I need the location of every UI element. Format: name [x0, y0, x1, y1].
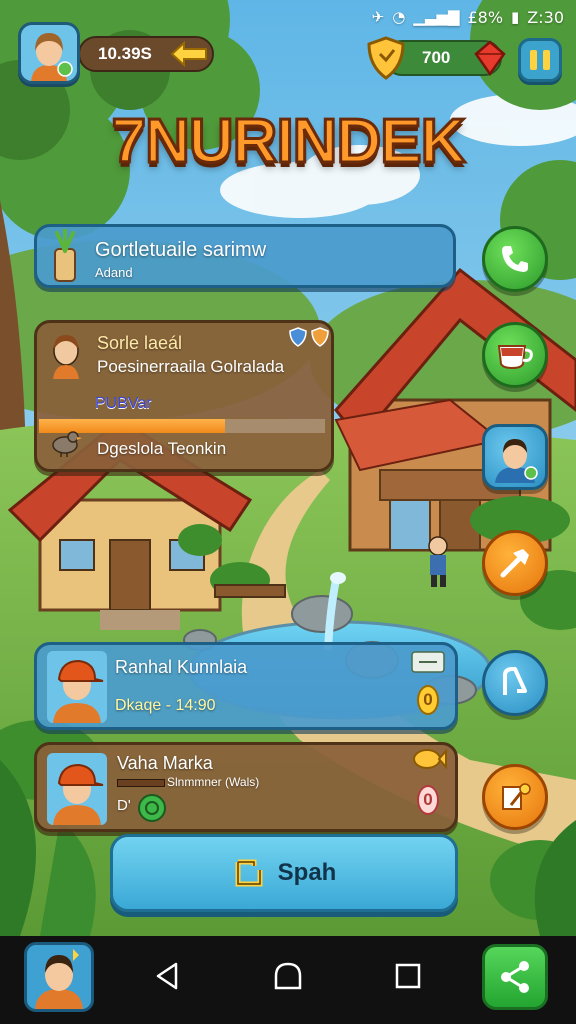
player-1-name: Ranhal Kunnlaia — [115, 657, 248, 677]
share-icon — [501, 961, 529, 993]
character-description: Poesinerraaila Golralada — [97, 357, 285, 376]
battery-icon: ▮ — [511, 8, 520, 26]
character-tag: PUBVar — [95, 395, 152, 412]
ruby-icon — [474, 40, 506, 76]
bracket-icon — [235, 859, 263, 887]
phone-button[interactable] — [482, 226, 548, 292]
tea-cup-icon — [497, 345, 533, 370]
game-title: 7NURINDEK — [110, 106, 467, 178]
horseshoe-icon — [503, 667, 527, 695]
player-2-prefix: D' — [117, 797, 131, 814]
signal-icon: ▁▃▅▇ — [413, 8, 460, 26]
character-footer: Dgeslola Teonkin — [97, 439, 227, 458]
battery-percentage: £8% — [467, 7, 504, 27]
quest-title: Gortletuaile sarimw — [95, 239, 267, 261]
bird-icon — [52, 431, 82, 457]
worker-avatar-icon — [47, 753, 107, 825]
quest-card[interactable]: Gortletuaile sarimw Adand — [34, 224, 456, 288]
back-icon[interactable] — [152, 960, 184, 992]
hammer-icon — [500, 549, 529, 578]
spah-button-label: Spah — [277, 859, 337, 886]
blue-shield-icon — [289, 327, 307, 347]
share-button[interactable] — [482, 944, 548, 1010]
player-2-name: Vaha Marka — [117, 753, 213, 773]
player-portrait-icon — [21, 25, 77, 81]
quest-subtitle: Adand — [95, 265, 133, 280]
player-2-count: 0 — [417, 785, 439, 815]
coin-amount: 10.39S — [98, 44, 152, 63]
pause-icon-bar — [530, 50, 537, 70]
player-2-detail: Slnmmner (Wals) — [167, 775, 260, 789]
coin-arrow-icon — [170, 40, 207, 68]
character-name: Sorle laeál — [97, 333, 183, 353]
tea-button[interactable] — [482, 322, 548, 388]
villager-portrait-button[interactable] — [482, 424, 548, 490]
shield-icon — [367, 36, 405, 80]
quill-button[interactable] — [482, 764, 548, 830]
worker-avatar-icon — [47, 651, 107, 723]
villager-portrait-icon — [495, 439, 538, 483]
hammer-button[interactable] — [482, 530, 548, 596]
home-icon[interactable] — [272, 960, 304, 992]
status-bar: ✈ ◔ ▁▃▅▇ £8% ▮ Z:30 — [372, 6, 564, 28]
player-1-count: 0 — [417, 685, 439, 715]
profile-portrait-icon — [35, 949, 83, 1009]
character-portrait-icon — [53, 335, 79, 379]
player-avatar[interactable] — [18, 22, 80, 84]
pause-button[interactable] — [518, 38, 562, 82]
quill-icon — [502, 783, 531, 810]
orange-shield-icon — [311, 327, 329, 347]
player-2-mini-bar — [117, 779, 165, 787]
wifi-icon: ◔ — [392, 8, 406, 26]
player-card-ranhal[interactable]: Ranhal Kunnlaia Dkaqe - 14:90 0 — [34, 642, 458, 730]
pause-icon-bar — [543, 50, 550, 70]
phone-icon — [502, 246, 528, 272]
player-1-detail: Dkaqe - 14:90 — [115, 697, 216, 714]
spah-button[interactable]: Spah — [110, 834, 458, 912]
green-token-icon — [138, 794, 166, 822]
clock: Z:30 — [527, 7, 564, 27]
recents-icon[interactable] — [392, 960, 424, 992]
profile-button[interactable] — [24, 942, 94, 1012]
coin-counter[interactable]: 10.39S — [78, 36, 214, 72]
gem-amount: 700 — [422, 48, 451, 67]
horseshoe-button[interactable] — [482, 650, 548, 716]
ticket-icon — [411, 651, 445, 673]
fish-icon — [413, 748, 447, 770]
wheat-icon — [54, 229, 76, 282]
player-card-vaha[interactable]: Vaha Marka Slnmmner (Wals) D' 0 — [34, 742, 458, 832]
character-card[interactable]: Sorle laeál Poesinerraaila Golralada PUB… — [34, 320, 334, 472]
mute-icon: ✈ — [371, 8, 385, 26]
